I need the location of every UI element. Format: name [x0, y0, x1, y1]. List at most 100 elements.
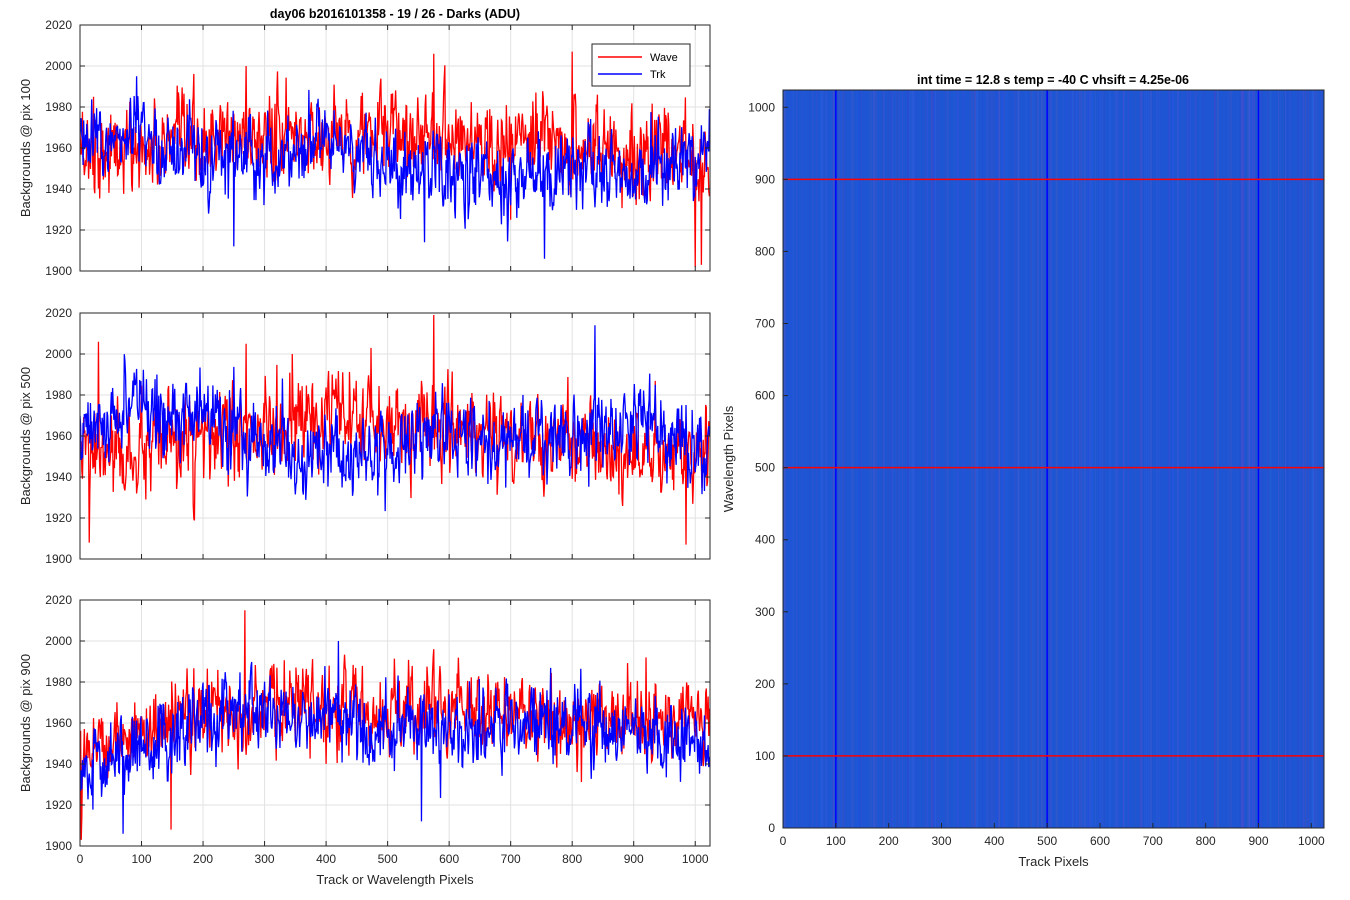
texture-streak	[1150, 90, 1152, 828]
texture-streak	[1246, 90, 1249, 828]
texture-streak	[1280, 90, 1282, 828]
texture-streak	[1289, 90, 1291, 828]
texture-streak	[1101, 90, 1104, 828]
texture-streak	[1140, 90, 1143, 828]
texture-streak	[1255, 90, 1258, 828]
texture-streak	[1032, 90, 1033, 828]
texture-streak	[1024, 90, 1027, 828]
texture-streak	[861, 90, 862, 828]
x-tick-label: 400	[316, 852, 336, 866]
y-tick-label: 0	[768, 821, 775, 835]
texture-streak	[1066, 90, 1069, 828]
texture-streak	[863, 90, 865, 828]
texture-streak	[1315, 90, 1317, 828]
texture-streak	[856, 90, 859, 828]
texture-streak	[1297, 90, 1300, 828]
texture-streak	[914, 90, 916, 828]
texture-streak	[875, 90, 877, 828]
y-tick-label: 1980	[45, 100, 72, 114]
texture-streak	[1084, 90, 1086, 828]
texture-streak	[989, 90, 992, 828]
texture-streak	[1043, 90, 1045, 828]
texture-streak	[1134, 90, 1137, 828]
texture-streak	[1304, 90, 1306, 828]
texture-streak	[1227, 90, 1229, 828]
texture-streak	[1301, 90, 1304, 828]
chart-title: day06 b2016101358 - 19 / 26 - Darks (ADU…	[270, 7, 520, 21]
y-tick-label: 1920	[45, 798, 72, 812]
texture-streak	[1214, 90, 1216, 828]
texture-streak	[1202, 90, 1205, 828]
texture-streak	[1253, 90, 1255, 828]
texture-streak	[937, 90, 940, 828]
y-tick-label: 1960	[45, 141, 72, 155]
y-tick-label: 2000	[45, 634, 72, 648]
y-tick-label: 1920	[45, 223, 72, 237]
texture-streak	[945, 90, 946, 828]
texture-streak	[805, 90, 807, 828]
y-tick-label: 2020	[45, 593, 72, 607]
texture-streak	[991, 90, 993, 828]
texture-streak	[1094, 90, 1097, 828]
texture-streak	[811, 90, 813, 828]
texture-streak	[1117, 90, 1120, 828]
x-tick-label: 0	[780, 834, 787, 848]
y-tick-label: 1980	[45, 388, 72, 402]
texture-streak	[1069, 90, 1071, 828]
texture-streak	[851, 90, 853, 828]
texture-streak	[974, 90, 976, 828]
y-tick-label: 2000	[45, 59, 72, 73]
texture-streak	[1032, 90, 1034, 828]
texture-streak	[1090, 90, 1093, 828]
texture-streak	[816, 90, 817, 828]
x-tick-label: 400	[984, 834, 1004, 848]
texture-streak	[934, 90, 936, 828]
x-tick-label: 500	[378, 852, 398, 866]
texture-streak	[911, 90, 913, 828]
legend-label-trk: Trk	[650, 69, 666, 81]
texture-streak	[931, 90, 933, 828]
texture-streak	[1036, 90, 1038, 828]
texture-streak	[971, 90, 973, 828]
texture-streak	[1040, 90, 1043, 828]
legend: Wave Trk	[591, 43, 691, 87]
line-plot-pix-100: 1900 1920 1940 1960 1980 2000 2020 Backgrounds …	[18, 18, 711, 278]
texture-streak	[920, 90, 922, 828]
texture-streak	[1195, 90, 1197, 828]
texture-streak	[1278, 90, 1280, 828]
texture-streak	[1017, 90, 1020, 828]
texture-streak	[1200, 90, 1203, 828]
texture-streak	[1307, 90, 1309, 828]
texture-streak	[1116, 90, 1118, 828]
texture-streak	[825, 90, 828, 828]
y-tick-label: 1940	[45, 182, 72, 196]
texture-streak	[924, 90, 926, 828]
y-tick-label: 300	[755, 605, 775, 619]
texture-streak	[891, 90, 893, 828]
texture-streak	[1079, 90, 1081, 828]
texture-streak	[1122, 90, 1125, 828]
texture-streak	[838, 90, 840, 828]
texture-streak	[1002, 90, 1005, 828]
texture-streak	[1182, 90, 1184, 828]
y-tick-label: 1900	[45, 552, 72, 566]
texture-streak	[1089, 90, 1091, 828]
y-tick-label: 1900	[45, 264, 72, 278]
x-tick-label: 700	[501, 852, 521, 866]
texture-streak	[1077, 90, 1078, 828]
texture-streak	[1157, 90, 1159, 828]
texture-streak	[957, 90, 959, 828]
texture-streak	[812, 90, 814, 828]
x-tick-label: 100	[132, 852, 152, 866]
texture-streak	[947, 90, 949, 828]
texture-streak	[1283, 90, 1284, 828]
texture-streak	[1241, 90, 1243, 828]
texture-streak	[1217, 90, 1219, 828]
texture-streak	[1124, 90, 1126, 828]
texture-streak	[1109, 90, 1111, 828]
y-tick-label: 2020	[45, 18, 72, 32]
y-tick-label: 2000	[45, 347, 72, 361]
texture-streak	[962, 90, 965, 828]
texture-streak	[1321, 90, 1323, 828]
texture-streak	[840, 90, 843, 828]
